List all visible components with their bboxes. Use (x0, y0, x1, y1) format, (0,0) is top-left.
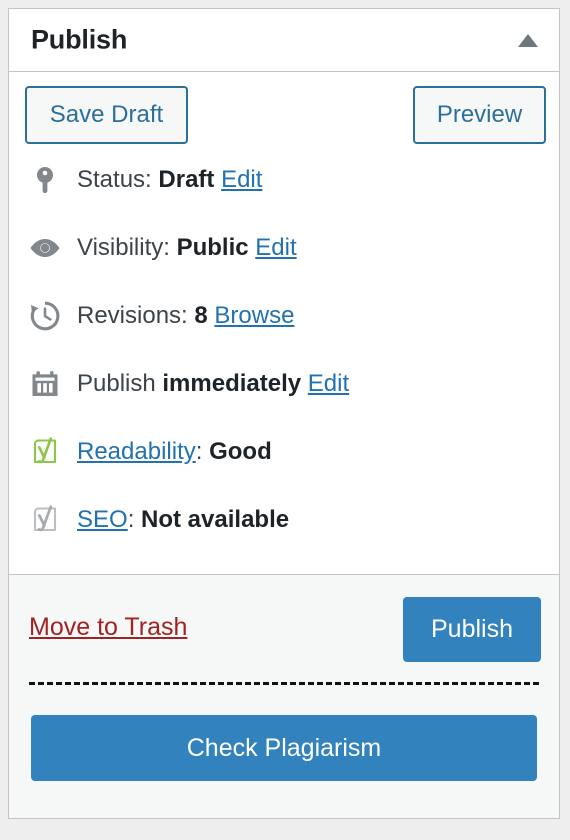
seo-row: SEO: Not available (9, 486, 559, 554)
visibility-label: Visibility: (77, 233, 170, 261)
publish-button[interactable]: Publish (403, 597, 541, 662)
visibility-value: Public (176, 233, 249, 261)
readability-separator: : (195, 437, 203, 465)
revisions-browse-link[interactable]: Browse (214, 302, 294, 329)
post-status-pin-icon (27, 162, 63, 198)
seo-link[interactable]: SEO (77, 506, 128, 533)
readability-row: Readability: Good (9, 418, 559, 486)
revisions-clock-icon (27, 298, 63, 334)
section-divider (29, 682, 539, 685)
yoast-seo-icon (27, 502, 63, 538)
publish-date-row-text: Publish immediately Edit (77, 370, 349, 399)
seo-separator: : (127, 505, 135, 533)
status-label: Status: (77, 165, 152, 193)
publish-date-value: immediately (162, 369, 302, 397)
minor-publishing-actions: Save Draft Preview (9, 72, 559, 146)
readability-link[interactable]: Readability (77, 438, 196, 465)
preview-button[interactable]: Preview (413, 86, 546, 144)
status-edit-link[interactable]: Edit (221, 166, 262, 193)
caret-up-icon (518, 33, 538, 47)
revisions-row-text: Revisions: 8 Browse (77, 302, 294, 331)
save-draft-button[interactable]: Save Draft (25, 86, 188, 144)
seo-row-text: SEO: Not available (77, 506, 289, 535)
visibility-row: Visibility: Public Edit (9, 214, 559, 282)
major-publishing-actions: Move to Trash Publish Check Plagiarism (9, 574, 559, 818)
page-title: Publish (31, 24, 128, 55)
publish-meta-box: Publish Save Draft Preview Status: Draft… (8, 8, 560, 819)
visibility-edit-link[interactable]: Edit (255, 234, 296, 261)
yoast-readability-icon (27, 434, 63, 470)
readability-value: Good (209, 437, 272, 465)
calendar-icon (27, 366, 63, 402)
visibility-row-text: Visibility: Public Edit (77, 234, 297, 263)
move-to-trash-link[interactable]: Move to Trash (29, 613, 187, 642)
readability-row-text: Readability: Good (77, 438, 272, 467)
misc-publishing-actions: Status: Draft Edit Visibility: Public Ed… (9, 146, 559, 574)
toggle-panel-button[interactable] (511, 23, 545, 57)
revisions-row: Revisions: 8 Browse (9, 282, 559, 350)
status-row-text: Status: Draft Edit (77, 166, 262, 195)
publish-box-header: Publish (9, 9, 559, 72)
revisions-label: Revisions: (77, 301, 188, 329)
check-plagiarism-button[interactable]: Check Plagiarism (31, 715, 537, 781)
visibility-eye-icon (27, 230, 63, 266)
seo-value: Not available (141, 505, 290, 533)
status-value: Draft (158, 165, 215, 193)
revisions-count: 8 (194, 301, 208, 329)
publish-date-row: Publish immediately Edit (9, 350, 559, 418)
publish-date-label: Publish (77, 369, 156, 397)
status-row: Status: Draft Edit (9, 146, 559, 214)
publish-date-edit-link[interactable]: Edit (308, 370, 349, 397)
